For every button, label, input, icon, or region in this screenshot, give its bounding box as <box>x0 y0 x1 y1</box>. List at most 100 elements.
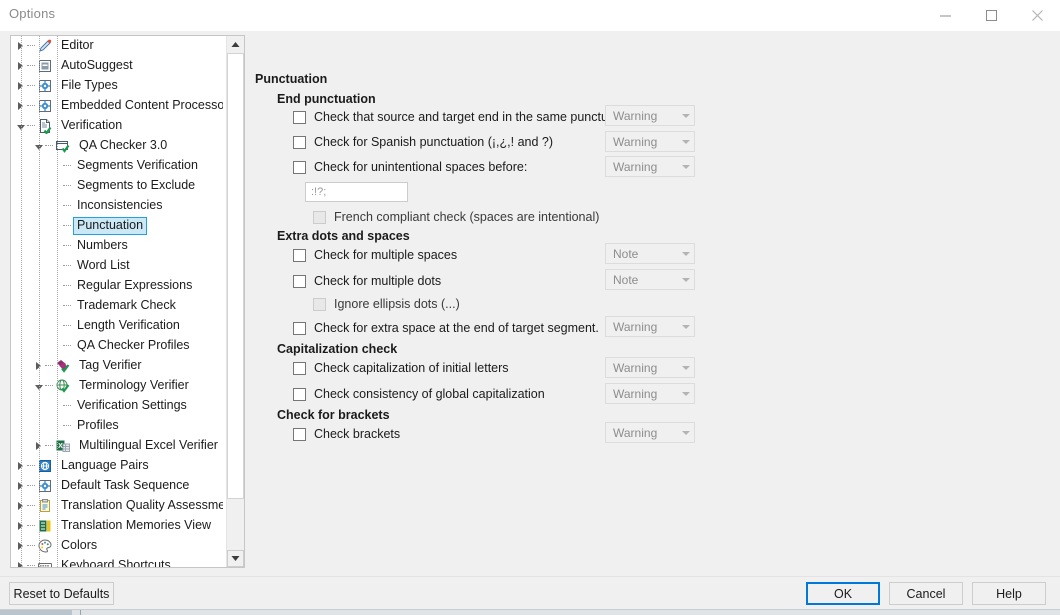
tree-scrollbar[interactable] <box>226 36 244 567</box>
tree-item-numbers[interactable]: Numbers <box>11 236 223 256</box>
option-unintentional-spaces[interactable]: Check for unintentional spaces before: <box>293 158 527 176</box>
option-french-compliant[interactable]: French compliant check (spaces are inten… <box>313 208 599 226</box>
option-ignore-ellipsis[interactable]: Ignore ellipsis dots (...) <box>313 295 460 313</box>
tree-item-label: Verification Settings <box>73 397 191 415</box>
cancel-button[interactable]: Cancel <box>889 582 963 605</box>
tree-connector <box>27 505 35 507</box>
tree-item-translation-quality-assessment[interactable]: Translation Quality Assessment <box>11 496 223 516</box>
tree-connector <box>27 525 35 527</box>
tree-item-tag-verifier[interactable]: Tag Verifier <box>11 356 223 376</box>
spaces-before-input[interactable] <box>305 182 408 202</box>
option-extra-space-end[interactable]: Check for extra space at the end of targ… <box>293 319 599 337</box>
tree-connector <box>27 465 35 467</box>
option-multiple-spaces[interactable]: Check for multiple spaces <box>293 246 457 264</box>
tree-item-inconsistencies[interactable]: Inconsistencies <box>11 196 223 216</box>
tree-item-editor[interactable]: Editor <box>11 36 223 56</box>
title-bar: Options <box>0 0 1060 32</box>
help-button[interactable]: Help <box>972 582 1046 605</box>
checkbox-french-compliant[interactable] <box>313 211 326 224</box>
chevron-down-icon[interactable] <box>677 431 694 435</box>
tree-item-segments-verification[interactable]: Segments Verification <box>11 156 223 176</box>
tree-item-keyboard-shortcuts[interactable]: Keyboard Shortcuts <box>11 556 223 567</box>
minimize-icon[interactable] <box>922 0 968 31</box>
tree-item-language-pairs[interactable]: Language Pairs <box>11 456 223 476</box>
severity-initial-letters[interactable]: Warning <box>605 357 695 378</box>
tree-item-profiles[interactable]: Profiles <box>11 416 223 436</box>
checkbox-ignore-ellipsis[interactable] <box>313 298 326 311</box>
chevron-down-icon[interactable] <box>677 278 694 282</box>
group-end-punctuation: End punctuation <box>277 92 376 106</box>
close-icon[interactable] <box>1014 0 1060 31</box>
chevron-down-icon[interactable] <box>677 140 694 144</box>
option-global-capitalization[interactable]: Check consistency of global capitalizati… <box>293 385 545 403</box>
severity-multiple-dots[interactable]: Note <box>605 269 695 290</box>
tree-item-word-list[interactable]: Word List <box>11 256 223 276</box>
tree-item-punctuation[interactable]: Punctuation <box>11 216 223 236</box>
tree-item-label: QA Checker Profiles <box>73 337 194 355</box>
option-multiple-dots[interactable]: Check for multiple dots <box>293 272 441 290</box>
option-initial-letters[interactable]: Check capitalization of initial letters <box>293 359 509 377</box>
checkbox-unintentional-spaces[interactable] <box>293 161 306 174</box>
tree-item-label: Terminology Verifier <box>75 377 193 395</box>
tree-item-label: Profiles <box>73 417 123 435</box>
tree-item-file-types[interactable]: File Types <box>11 76 223 96</box>
scroll-down-icon[interactable] <box>227 550 244 567</box>
tree-item-embedded-content-processors[interactable]: Embedded Content Processors <box>11 96 223 116</box>
tree-item-length-verification[interactable]: Length Verification <box>11 316 223 336</box>
reset-to-defaults-button[interactable]: Reset to Defaults <box>9 582 114 605</box>
checkbox-spanish-punctuation[interactable] <box>293 136 306 149</box>
tree-item-label: Inconsistencies <box>73 197 166 215</box>
option-spanish-punctuation[interactable]: Check for Spanish punctuation (¡,¿,! and… <box>293 133 553 151</box>
severity-check-brackets[interactable]: Warning <box>605 422 695 443</box>
scroll-up-icon[interactable] <box>227 36 244 53</box>
tree-connector <box>63 185 71 187</box>
chevron-down-icon[interactable] <box>677 366 694 370</box>
settings-tree[interactable]: EditorAutoSuggestFile TypesEmbedded Cont… <box>10 35 245 568</box>
tree-item-label: Segments Verification <box>73 157 202 175</box>
option-same-punctuation[interactable]: Check that source and target end in the … <box>293 108 635 126</box>
checkbox-global-capitalization[interactable] <box>293 388 306 401</box>
severity-value: Warning <box>606 361 677 375</box>
severity-global-capitalization[interactable]: Warning <box>605 383 695 404</box>
tree-item-label: Keyboard Shortcuts <box>57 557 175 567</box>
tree-item-trademark-check[interactable]: Trademark Check <box>11 296 223 316</box>
checkbox-check-brackets[interactable] <box>293 428 306 441</box>
tree-item-translation-memories-view[interactable]: Translation Memories View <box>11 516 223 536</box>
severity-unintentional-spaces[interactable]: Warning <box>605 156 695 177</box>
scrollbar-thumb[interactable] <box>227 53 244 499</box>
checkbox-extra-space-end[interactable] <box>293 322 306 335</box>
tree-connector <box>27 545 35 547</box>
tree-item-autosuggest[interactable]: AutoSuggest <box>11 56 223 76</box>
chevron-down-icon[interactable] <box>677 114 694 118</box>
option-check-brackets[interactable]: Check brackets <box>293 425 400 443</box>
tree-item-segments-to-exclude[interactable]: Segments to Exclude <box>11 176 223 196</box>
severity-extra-space-end[interactable]: Warning <box>605 316 695 337</box>
checkbox-multiple-spaces[interactable] <box>293 249 306 262</box>
tree-item-multilingual-excel-verifier[interactable]: XMultilingual Excel Verifier <box>11 436 223 456</box>
label-extra-space-end: Check for extra space at the end of targ… <box>314 321 599 336</box>
chevron-down-icon[interactable] <box>677 165 694 169</box>
tree-item-verification[interactable]: Verification <box>11 116 223 136</box>
tree-item-verification-settings[interactable]: Verification Settings <box>11 396 223 416</box>
tree-connector <box>63 325 71 327</box>
severity-spanish-punctuation[interactable]: Warning <box>605 131 695 152</box>
tree-item-regular-expressions[interactable]: Regular Expressions <box>11 276 223 296</box>
chevron-down-icon[interactable] <box>677 325 694 329</box>
tree-connector <box>27 485 35 487</box>
checkbox-same-punctuation[interactable] <box>293 111 306 124</box>
checkbox-multiple-dots[interactable] <box>293 275 306 288</box>
ok-button[interactable]: OK <box>806 582 880 605</box>
tree-item-terminology-verifier[interactable]: Terminology Verifier <box>11 376 223 396</box>
maximize-icon[interactable] <box>968 0 1014 31</box>
severity-same-punctuation[interactable]: Warning <box>605 105 695 126</box>
tree-item-qa-checker-profiles[interactable]: QA Checker Profiles <box>11 336 223 356</box>
chevron-down-icon[interactable] <box>677 252 694 256</box>
tree-item-qa-checker-3-0[interactable]: QA Checker 3.0 <box>11 136 223 156</box>
tree-item-default-task-sequence[interactable]: Default Task Sequence <box>11 476 223 496</box>
severity-multiple-spaces[interactable]: Note <box>605 243 695 264</box>
label-ignore-ellipsis: Ignore ellipsis dots (...) <box>334 297 460 312</box>
checkbox-initial-letters[interactable] <box>293 362 306 375</box>
chevron-down-icon[interactable] <box>677 392 694 396</box>
tree-item-colors[interactable]: Colors <box>11 536 223 556</box>
label-initial-letters: Check capitalization of initial letters <box>314 361 509 376</box>
